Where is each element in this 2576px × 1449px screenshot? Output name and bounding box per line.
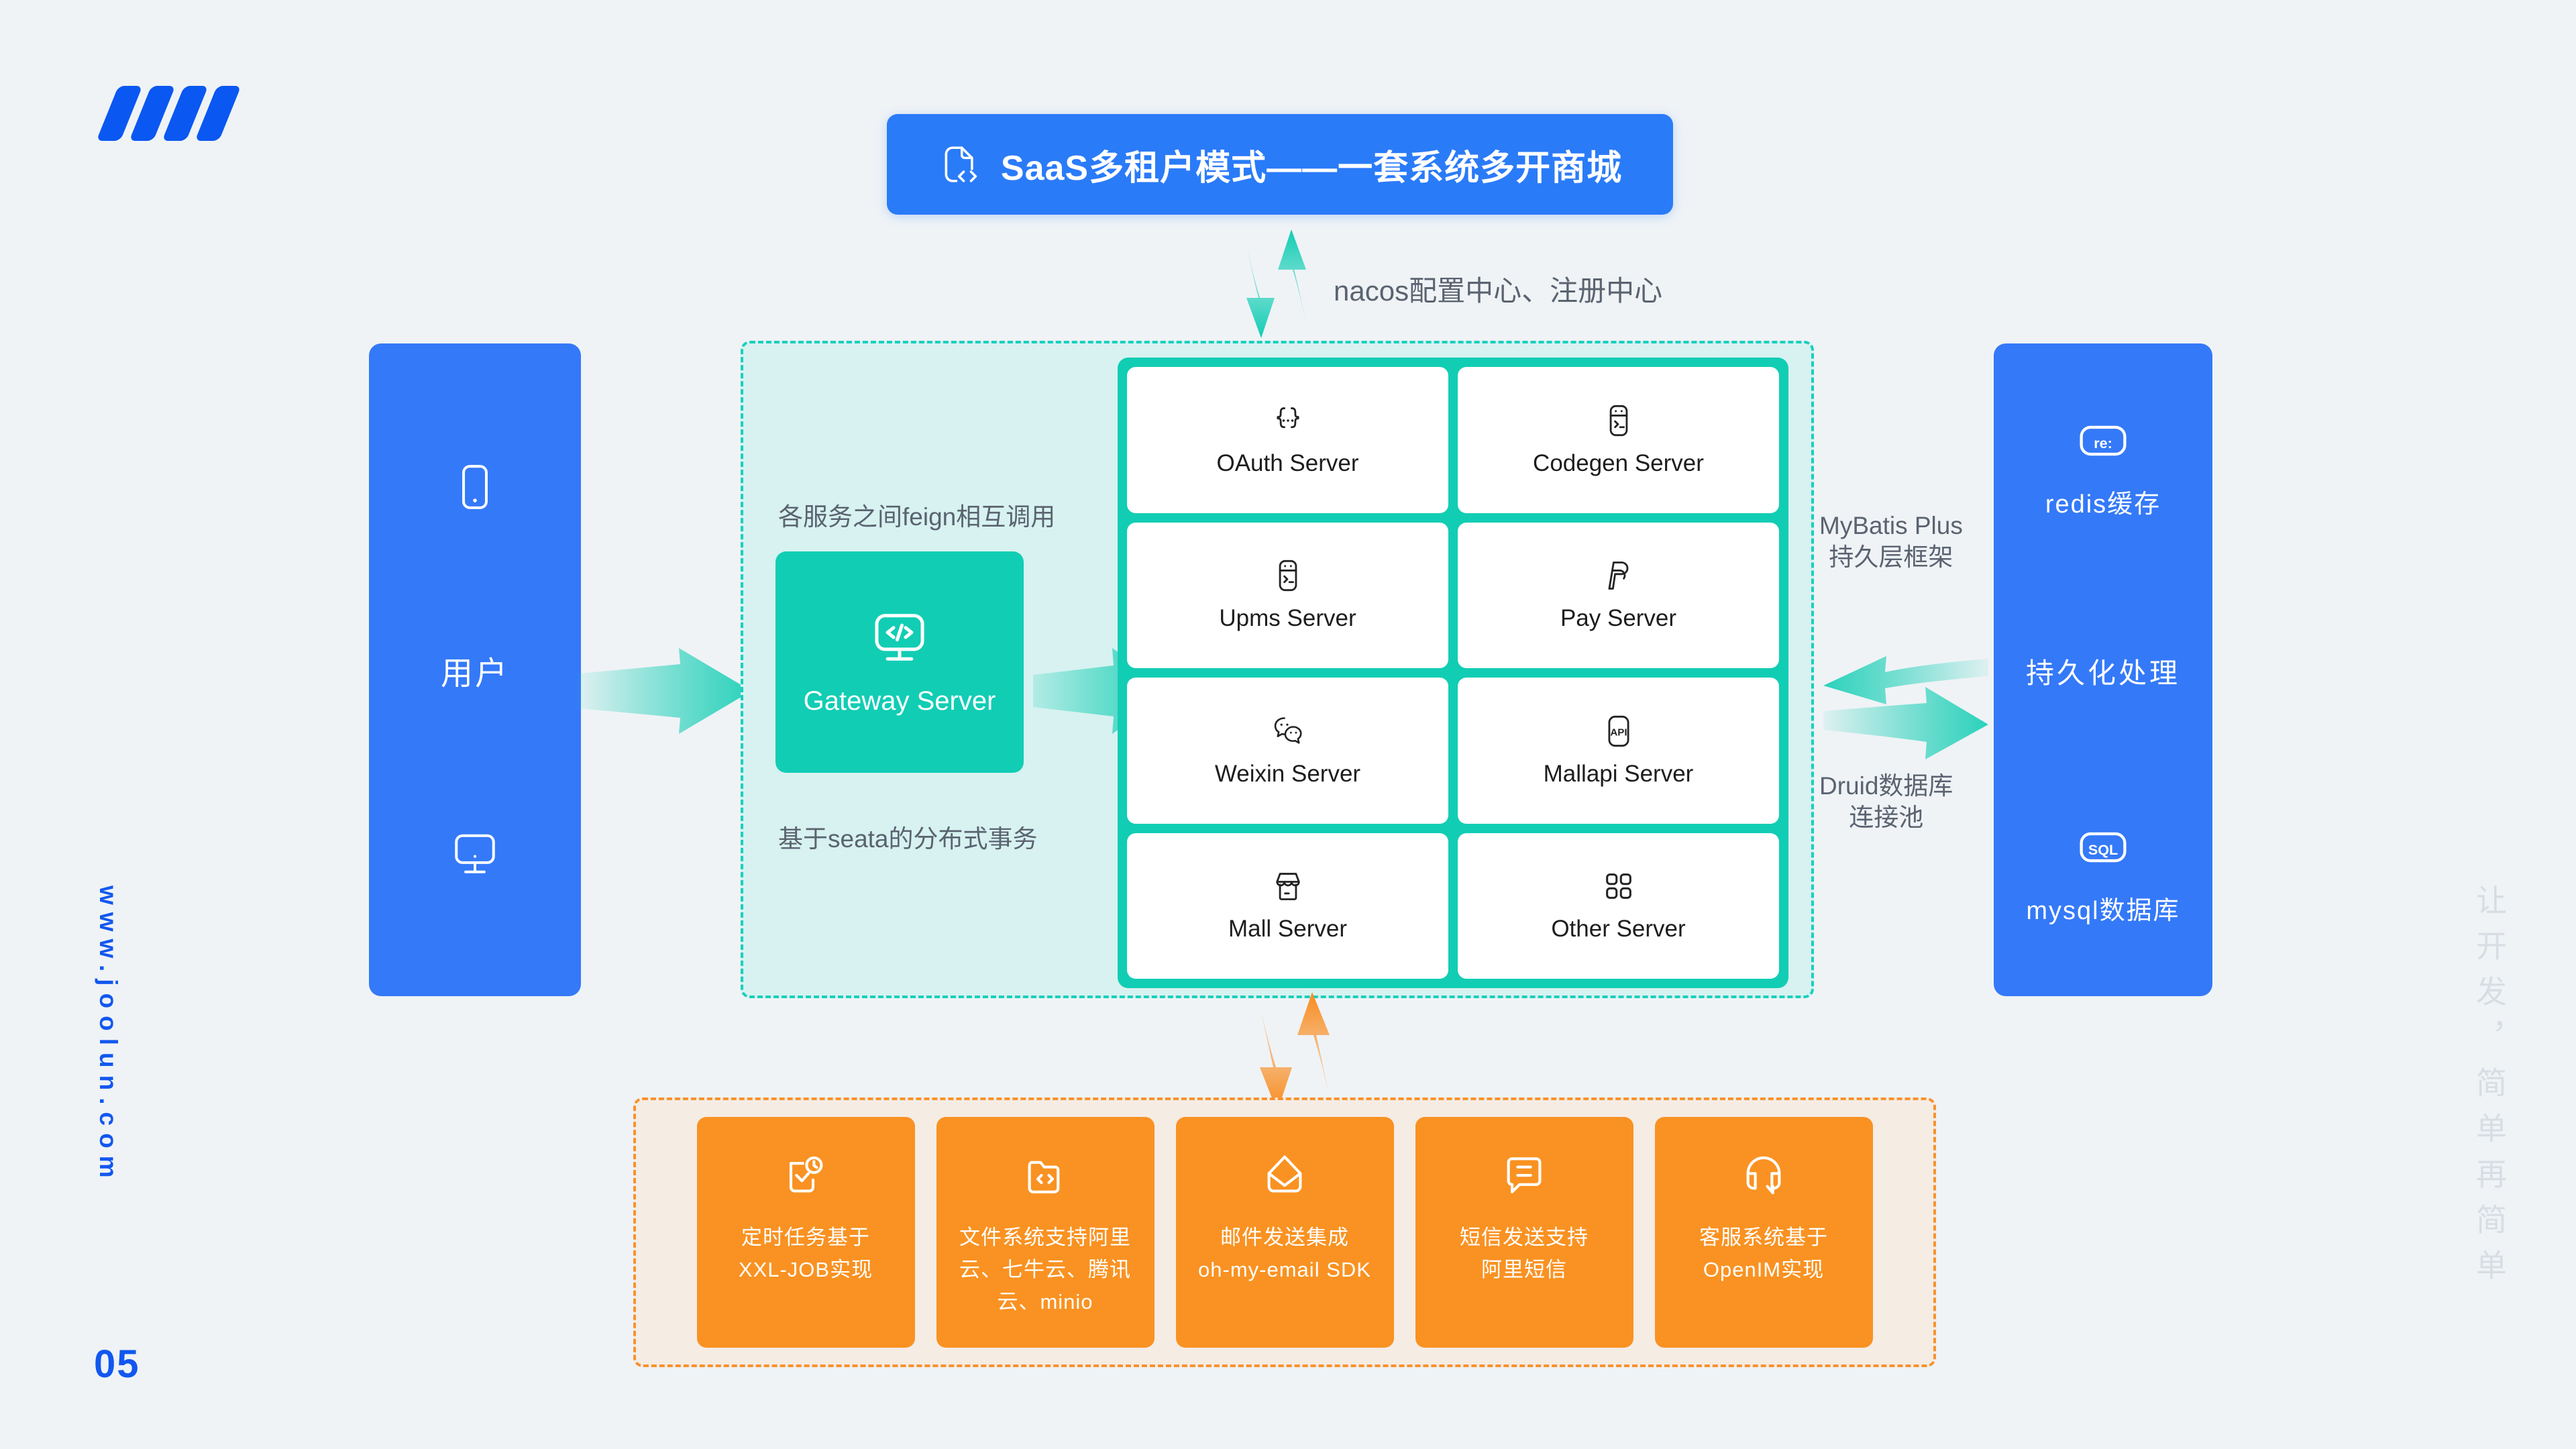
gateway-server-card[interactable]: Gateway Server [775,551,1024,773]
service-label: OAuth Server [1216,449,1359,476]
services-to-integrations-arrow [1248,989,1348,1114]
mybatis-line-2: 持久层框架 [1829,543,1953,572]
service-card-pay[interactable]: Pay Server [1458,522,1779,668]
mysql-block: SQL mysql数据库 [2026,822,2180,926]
service-label: Mall Server [1228,916,1347,943]
service-card-weixin[interactable]: Weixin Server [1127,678,1448,824]
database-panel: re: redis缓存 持久化处理 SQL mysql数据库 [1994,343,2212,996]
nacos-bidirectional-arrow [1233,227,1320,341]
integration-card-filesystem[interactable]: 文件系统支持阿里 云、七牛云、腾讯 云、minio [936,1117,1155,1348]
redis-icon: re: [2080,425,2127,456]
sql-database-icon: SQL [2080,832,2127,863]
service-label: Pay Server [1560,605,1677,632]
integration-text: 短信发送支持 阿里短信 [1445,1222,1603,1286]
integration-line-2: OpenIM实现 [1703,1258,1825,1282]
site-url: www.joolun.com [95,885,122,1185]
persistence-label: 持久化处理 [2025,657,2180,689]
mybatis-plus-label: MyBatis Plus 持久层框架 [1819,510,1963,574]
service-label: Upms Server [1219,605,1356,632]
svg-text:re:: re: [2094,435,2112,451]
arrow-services-to-database [1822,644,1990,765]
page-number: 05 [94,1342,140,1386]
seata-label: 基于seata的分布式事务 [778,825,1038,853]
integration-line-1: 短信发送支持 [1460,1226,1589,1249]
bidirectional-vertical-arrow-icon [1244,228,1309,339]
paypal-icon [1608,561,1628,590]
service-label: Other Server [1551,916,1686,943]
user-panel: 用户 [369,343,581,996]
folder-code-icon [1028,1161,1060,1193]
user-label: 用户 [440,655,509,692]
service-card-codegen[interactable]: Codegen Server [1458,367,1779,513]
clock-task-icon [789,1156,823,1193]
wechat-icon [1274,716,1302,744]
service-card-mall[interactable]: Mall Server [1127,833,1448,979]
code-file-icon [945,146,977,182]
mobile-phone-icon [462,464,488,509]
service-card-mallapi[interactable]: API Mallapi Server [1458,678,1779,824]
right-arrow-icon [578,648,751,734]
sms-bubble-icon [1507,1157,1542,1193]
service-card-other[interactable]: Other Server [1458,833,1779,979]
grid-squares-icon [1605,873,1631,900]
svg-text:SQL: SQL [2088,841,2118,858]
integration-text: 定时任务基于 XXL-JOB实现 [724,1222,888,1286]
service-card-oauth[interactable]: OAuth Server [1127,367,1448,513]
service-label: Codegen Server [1533,449,1704,476]
integrations-container: 定时任务基于 XXL-JOB实现 文件系统支持阿里 云、七牛云、腾讯 云、min… [633,1097,1936,1367]
service-label: Weixin Server [1214,760,1361,787]
integration-line-3: 云、minio [997,1290,1093,1314]
brand-logo [96,86,246,141]
gateway-server-label: Gateway Server [803,686,996,716]
service-label: Mallapi Server [1543,760,1694,787]
envelope-icon [1267,1155,1302,1193]
integration-text: 邮件发送集成 oh-my-email SDK [1183,1222,1386,1286]
title-banner: SaaS多租户模式——一套系统多开商城 [887,114,1673,215]
api-icon: API [1608,715,1629,747]
mybatis-line-1: MyBatis Plus [1819,512,1963,539]
integration-text: 文件系统支持阿里 云、七牛云、腾讯 云、minio [945,1222,1146,1318]
integration-line-1: 文件系统支持阿里 [959,1226,1131,1249]
arrow-user-to-gateway [578,644,753,738]
desktop-monitor-icon [455,834,495,873]
integration-line-2: XXL-JOB实现 [738,1258,873,1282]
druid-label: Druid数据库 连接池 [1819,770,1953,834]
integration-card-xxljob[interactable]: 定时任务基于 XXL-JOB实现 [696,1117,915,1348]
druid-line-1: Druid数据库 [1819,772,1953,800]
integration-line-1: 邮件发送集成 [1220,1226,1349,1249]
integration-line-2: oh-my-email SDK [1198,1258,1371,1282]
druid-line-2: 连接池 [1849,804,1924,832]
storefront-icon [1275,873,1300,901]
braces-icon [1276,407,1299,428]
integration-line-1: 定时任务基于 [741,1226,870,1249]
terminal-icon [1279,560,1297,592]
integration-card-email[interactable]: 邮件发送集成 oh-my-email SDK [1175,1117,1394,1348]
nacos-label: nacos配置中心、注册中心 [1334,275,1663,307]
bidirectional-vertical-arrow-orange-icon [1257,991,1332,1113]
code-monitor-icon [875,613,924,661]
service-card-upms[interactable]: Upms Server [1127,522,1448,668]
integration-line-1: 客服系统基于 [1699,1226,1828,1249]
integration-line-2: 阿里短信 [1481,1258,1567,1282]
page-title: SaaS多租户模式——一套系统多开商城 [1000,148,1623,188]
bidirectional-horizontal-arrow-icon [1823,656,1988,759]
brand-slogan: 让开发，简单再简单 [2472,884,2507,1295]
mysql-label: mysql数据库 [2026,897,2180,925]
integration-card-openim[interactable]: 客服系统基于 OpenIM实现 [1654,1117,1873,1348]
feign-label: 各服务之间feign相互调用 [778,503,1056,531]
services-grid: OAuth Server Codegen Server Upms Server [1118,358,1788,988]
integration-line-2: 云、七牛云、腾讯 [959,1258,1131,1282]
svg-text:API: API [1610,727,1627,738]
terminal-icon [1609,405,1627,436]
integration-card-sms[interactable]: 短信发送支持 阿里短信 [1415,1117,1633,1348]
redis-label: redis缓存 [2045,490,2161,519]
redis-block: re: redis缓存 [2045,416,2161,520]
headset-chat-icon [1746,1156,1781,1195]
integration-text: 客服系统基于 OpenIM实现 [1684,1222,1843,1286]
